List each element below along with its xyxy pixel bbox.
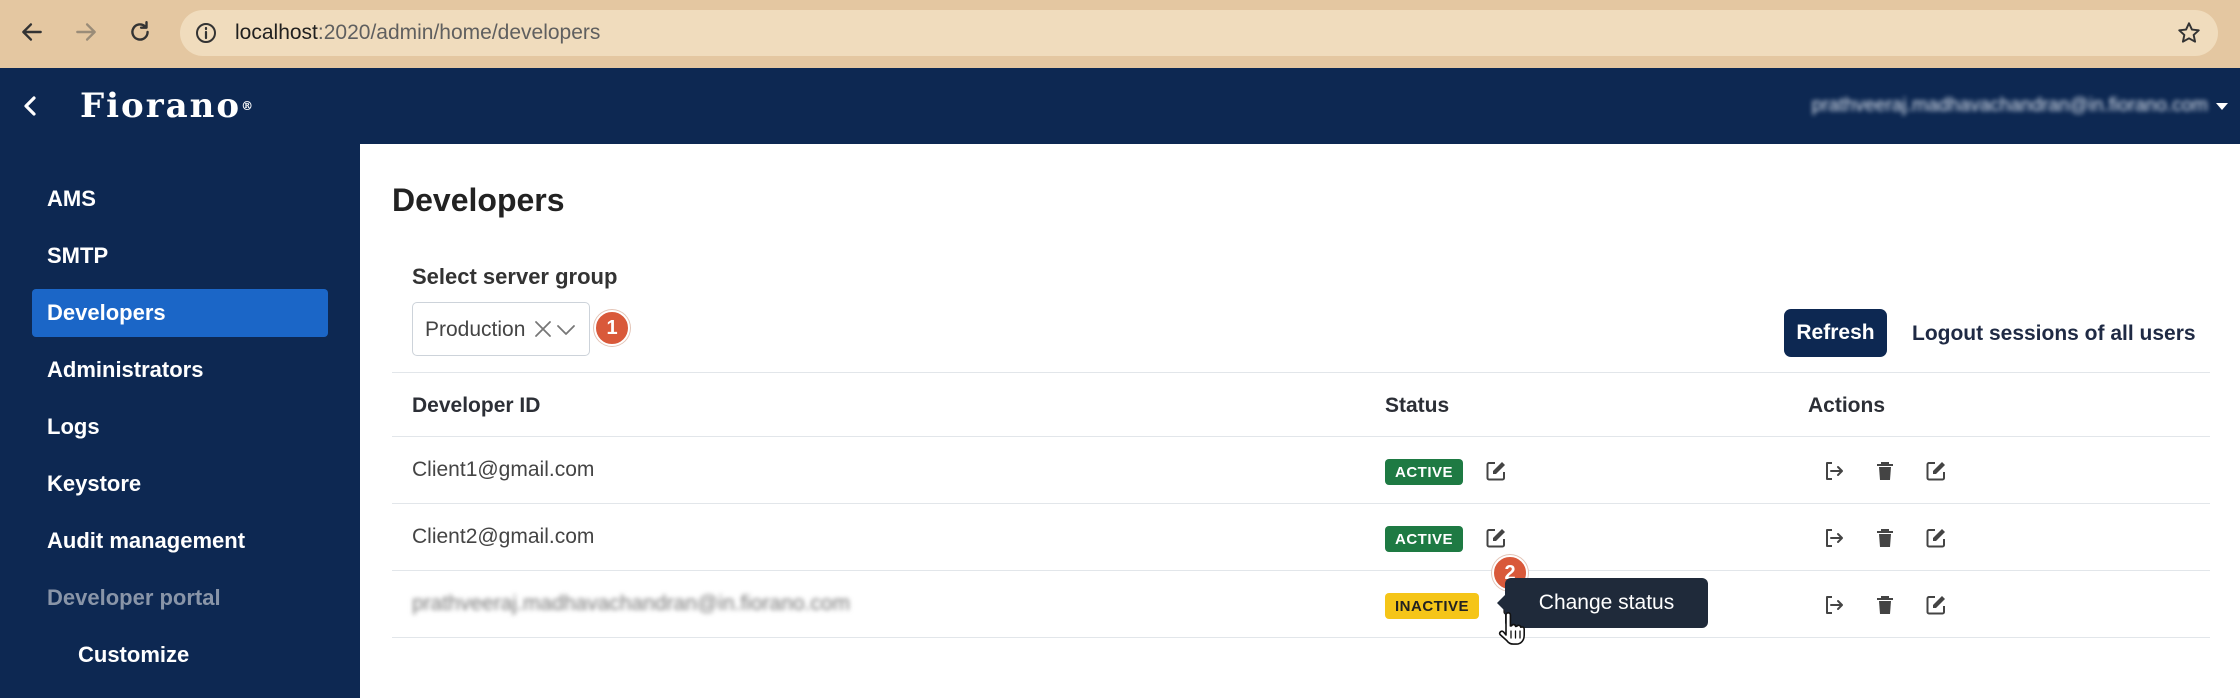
trash-icon[interactable] bbox=[1873, 459, 1897, 483]
table-row: prathveeraj.madhavachandran@in.fiorano.c… bbox=[392, 571, 2210, 638]
sidebar-item-smtp[interactable]: SMTP bbox=[32, 232, 328, 280]
status-badge: INACTIVE bbox=[1385, 593, 1480, 619]
column-header-status: Status bbox=[1385, 394, 1450, 417]
address-bar[interactable]: localhost:2020/admin/home/developers bbox=[180, 10, 2218, 56]
status-badge: ACTIVE bbox=[1385, 526, 1464, 552]
column-header-developer-id: Developer ID bbox=[412, 394, 541, 417]
browser-toolbar: localhost:2020/admin/home/developers bbox=[0, 0, 2240, 68]
edit-status-icon[interactable] bbox=[1484, 459, 1508, 483]
logout-all-sessions-link[interactable]: Logout sessions of all users bbox=[1912, 322, 2196, 346]
sidebar-item-keystore[interactable]: Keystore bbox=[32, 460, 328, 508]
clear-icon[interactable] bbox=[533, 319, 553, 339]
bookmark-star-icon[interactable] bbox=[2176, 20, 2202, 46]
reload-icon[interactable] bbox=[122, 14, 158, 50]
caret-down-icon bbox=[2216, 102, 2228, 110]
hand-pointer-cursor-icon bbox=[1498, 612, 1525, 645]
fiorano-logo: Fiorano® bbox=[80, 86, 256, 126]
edit-icon[interactable] bbox=[1924, 593, 1948, 617]
sidebar-item-logs[interactable]: Logs bbox=[32, 403, 328, 451]
column-header-actions: Actions bbox=[1808, 394, 1886, 417]
logout-session-icon[interactable] bbox=[1822, 526, 1846, 550]
user-email: prathveeraj.madhavachandran@in.fiorano.c… bbox=[1811, 95, 2208, 116]
sidebar-section-developer-portal: Developer portal bbox=[47, 585, 221, 610]
table-row: Client1@gmail.com ACTIVE bbox=[392, 437, 2210, 504]
sidebar-item-developers[interactable]: Developers bbox=[32, 289, 328, 337]
status-badge: ACTIVE bbox=[1385, 459, 1464, 485]
url-text: localhost:2020/admin/home/developers bbox=[235, 21, 601, 44]
table-divider bbox=[392, 637, 2210, 638]
developer-id: Client2@gmail.com bbox=[412, 525, 595, 548]
sidebar: AMS SMTP Developers Administrators Logs … bbox=[0, 144, 360, 698]
edit-status-icon[interactable] bbox=[1484, 526, 1508, 550]
back-arrow-icon[interactable] bbox=[14, 14, 50, 50]
sidebar-item-ams[interactable]: AMS bbox=[32, 175, 328, 223]
chevron-down-icon[interactable] bbox=[555, 319, 577, 341]
change-status-tooltip: Change status bbox=[1497, 578, 1708, 628]
table-row: Client2@gmail.com ACTIVE bbox=[392, 504, 2210, 571]
edit-icon[interactable] bbox=[1924, 526, 1948, 550]
edit-icon[interactable] bbox=[1924, 459, 1948, 483]
app-header: Fiorano® prathveeraj.madhavachandran@in.… bbox=[0, 68, 2240, 144]
user-menu[interactable]: prathveeraj.madhavachandran@in.fiorano.c… bbox=[1812, 94, 2228, 118]
sidebar-item-audit-management[interactable]: Audit management bbox=[32, 517, 328, 565]
refresh-button[interactable]: Refresh bbox=[1784, 309, 1887, 357]
logout-session-icon[interactable] bbox=[1822, 459, 1846, 483]
step-marker-1: 1 bbox=[594, 310, 630, 346]
logout-session-icon[interactable] bbox=[1822, 593, 1846, 617]
developer-id: prathveeraj.madhavachandran@in.fiorano.c… bbox=[412, 592, 851, 615]
sidebar-item-customize[interactable]: Customize bbox=[32, 631, 328, 679]
trash-icon[interactable] bbox=[1873, 526, 1897, 550]
collapse-sidebar-chevron-icon[interactable] bbox=[14, 90, 46, 122]
server-group-label: Select server group bbox=[412, 264, 618, 289]
server-group-select[interactable]: Production bbox=[412, 302, 590, 356]
forward-arrow-icon[interactable] bbox=[68, 14, 104, 50]
server-group-value: Production bbox=[425, 318, 526, 341]
trash-icon[interactable] bbox=[1873, 593, 1897, 617]
table-divider bbox=[392, 372, 2210, 373]
developer-id: Client1@gmail.com bbox=[412, 458, 595, 481]
site-info-icon[interactable] bbox=[194, 21, 218, 45]
sidebar-item-administrators[interactable]: Administrators bbox=[32, 346, 328, 394]
page-title: Developers bbox=[392, 182, 565, 218]
